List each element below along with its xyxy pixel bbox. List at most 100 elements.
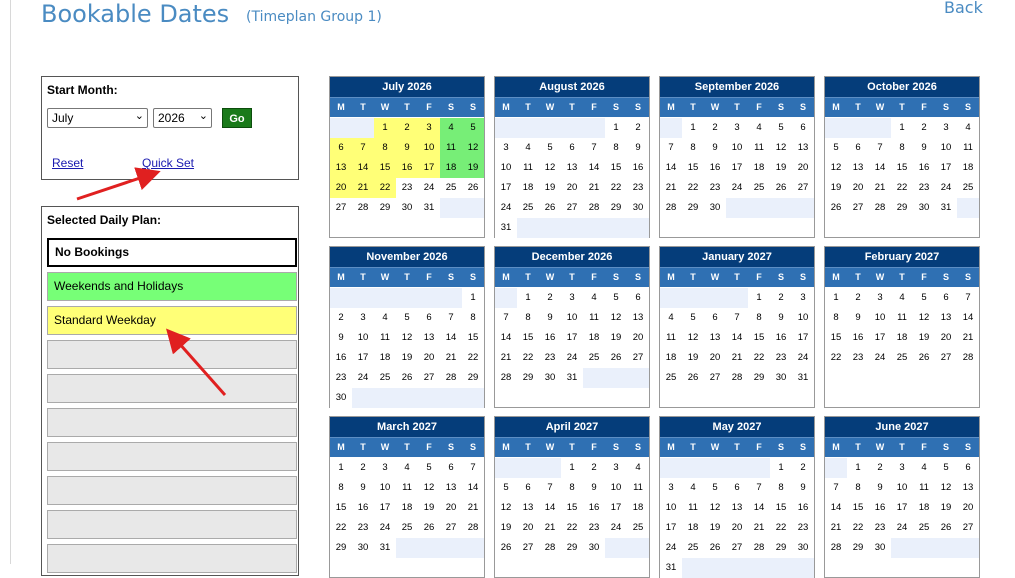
day-cell[interactable]: 23 — [770, 348, 792, 368]
day-cell[interactable]: 24 — [495, 198, 517, 218]
day-cell[interactable]: 4 — [891, 288, 913, 308]
day-cell[interactable]: 29 — [891, 198, 913, 218]
day-cell[interactable]: 17 — [660, 518, 682, 538]
day-cell[interactable]: 26 — [825, 198, 847, 218]
day-cell[interactable]: 11 — [957, 138, 979, 158]
day-cell[interactable]: 8 — [748, 308, 770, 328]
day-cell[interactable]: 16 — [396, 158, 418, 178]
day-cell[interactable]: 15 — [825, 328, 847, 348]
day-cell[interactable]: 12 — [462, 138, 484, 158]
day-cell[interactable]: 2 — [792, 458, 814, 478]
day-cell[interactable]: 18 — [396, 498, 418, 518]
day-cell[interactable]: 10 — [352, 328, 374, 348]
day-cell[interactable]: 3 — [869, 288, 891, 308]
day-cell[interactable]: 6 — [627, 288, 649, 308]
day-cell[interactable]: 7 — [352, 138, 374, 158]
day-cell[interactable]: 9 — [539, 308, 561, 328]
day-cell[interactable]: 14 — [462, 478, 484, 498]
day-cell[interactable]: 28 — [748, 538, 770, 558]
day-cell[interactable]: 30 — [627, 198, 649, 218]
day-cell[interactable]: 9 — [913, 138, 935, 158]
day-cell[interactable]: 23 — [352, 518, 374, 538]
day-cell[interactable]: 5 — [770, 118, 792, 138]
day-cell[interactable]: 7 — [495, 308, 517, 328]
day-cell[interactable]: 26 — [418, 518, 440, 538]
day-cell[interactable]: 18 — [583, 328, 605, 348]
day-cell[interactable]: 4 — [517, 138, 539, 158]
day-cell[interactable]: 28 — [539, 538, 561, 558]
day-cell[interactable]: 19 — [935, 498, 957, 518]
year-select[interactable]: 2026 ⌄ — [153, 108, 212, 128]
day-cell[interactable]: 24 — [935, 178, 957, 198]
day-cell[interactable]: 20 — [957, 498, 979, 518]
day-cell[interactable]: 27 — [847, 198, 869, 218]
day-cell[interactable]: 29 — [462, 368, 484, 388]
day-cell[interactable]: 5 — [462, 118, 484, 138]
day-cell[interactable]: 29 — [605, 198, 627, 218]
day-cell[interactable]: 20 — [418, 348, 440, 368]
day-cell[interactable]: 22 — [517, 348, 539, 368]
day-cell[interactable]: 12 — [396, 328, 418, 348]
day-cell[interactable]: 29 — [374, 198, 396, 218]
day-cell[interactable]: 14 — [440, 328, 462, 348]
day-cell[interactable]: 10 — [726, 138, 748, 158]
day-cell[interactable]: 15 — [330, 498, 352, 518]
day-cell[interactable]: 26 — [605, 348, 627, 368]
day-cell[interactable]: 14 — [957, 308, 979, 328]
day-cell[interactable]: 30 — [792, 538, 814, 558]
day-cell[interactable]: 18 — [517, 178, 539, 198]
day-cell[interactable]: 23 — [330, 368, 352, 388]
day-cell[interactable]: 4 — [374, 308, 396, 328]
day-cell[interactable]: 13 — [627, 308, 649, 328]
day-cell[interactable]: 31 — [935, 198, 957, 218]
day-cell[interactable]: 22 — [770, 518, 792, 538]
day-cell[interactable]: 6 — [561, 138, 583, 158]
day-cell[interactable]: 12 — [418, 478, 440, 498]
day-cell[interactable]: 3 — [660, 478, 682, 498]
day-cell[interactable]: 19 — [462, 158, 484, 178]
day-cell[interactable]: 4 — [913, 458, 935, 478]
day-cell[interactable]: 15 — [462, 328, 484, 348]
day-cell[interactable]: 30 — [330, 388, 352, 408]
day-cell[interactable]: 23 — [913, 178, 935, 198]
day-cell[interactable]: 3 — [374, 458, 396, 478]
day-cell[interactable]: 24 — [352, 368, 374, 388]
day-cell[interactable]: 22 — [605, 178, 627, 198]
day-cell[interactable]: 1 — [847, 458, 869, 478]
day-cell[interactable]: 20 — [847, 178, 869, 198]
day-cell[interactable]: 2 — [847, 288, 869, 308]
day-cell[interactable]: 10 — [374, 478, 396, 498]
day-cell[interactable]: 14 — [495, 328, 517, 348]
day-cell[interactable]: 6 — [935, 288, 957, 308]
day-cell[interactable]: 26 — [462, 178, 484, 198]
day-cell[interactable]: 27 — [957, 518, 979, 538]
day-cell[interactable]: 12 — [704, 498, 726, 518]
day-cell[interactable]: 1 — [891, 118, 913, 138]
day-cell[interactable]: 14 — [726, 328, 748, 348]
day-cell[interactable]: 30 — [539, 368, 561, 388]
day-cell[interactable]: 9 — [704, 138, 726, 158]
day-cell[interactable]: 27 — [561, 198, 583, 218]
day-cell[interactable]: 29 — [561, 538, 583, 558]
day-cell[interactable]: 26 — [495, 538, 517, 558]
day-cell[interactable]: 11 — [660, 328, 682, 348]
plan-empty-slot[interactable] — [47, 442, 297, 471]
day-cell[interactable]: 5 — [935, 458, 957, 478]
plan-empty-slot[interactable] — [47, 510, 297, 539]
day-cell[interactable]: 26 — [935, 518, 957, 538]
day-cell[interactable]: 22 — [682, 178, 704, 198]
day-cell[interactable]: 6 — [726, 478, 748, 498]
day-cell[interactable]: 23 — [539, 348, 561, 368]
day-cell[interactable]: 19 — [913, 328, 935, 348]
day-cell[interactable]: 6 — [330, 138, 352, 158]
go-button[interactable]: Go — [222, 108, 252, 128]
day-cell[interactable]: 9 — [583, 478, 605, 498]
day-cell[interactable]: 10 — [660, 498, 682, 518]
day-cell[interactable]: 25 — [583, 348, 605, 368]
day-cell[interactable]: 1 — [374, 118, 396, 138]
month-select[interactable]: July ⌄ — [47, 108, 148, 128]
day-cell[interactable]: 7 — [726, 308, 748, 328]
day-cell[interactable]: 25 — [440, 178, 462, 198]
day-cell[interactable]: 28 — [869, 198, 891, 218]
day-cell[interactable]: 21 — [869, 178, 891, 198]
